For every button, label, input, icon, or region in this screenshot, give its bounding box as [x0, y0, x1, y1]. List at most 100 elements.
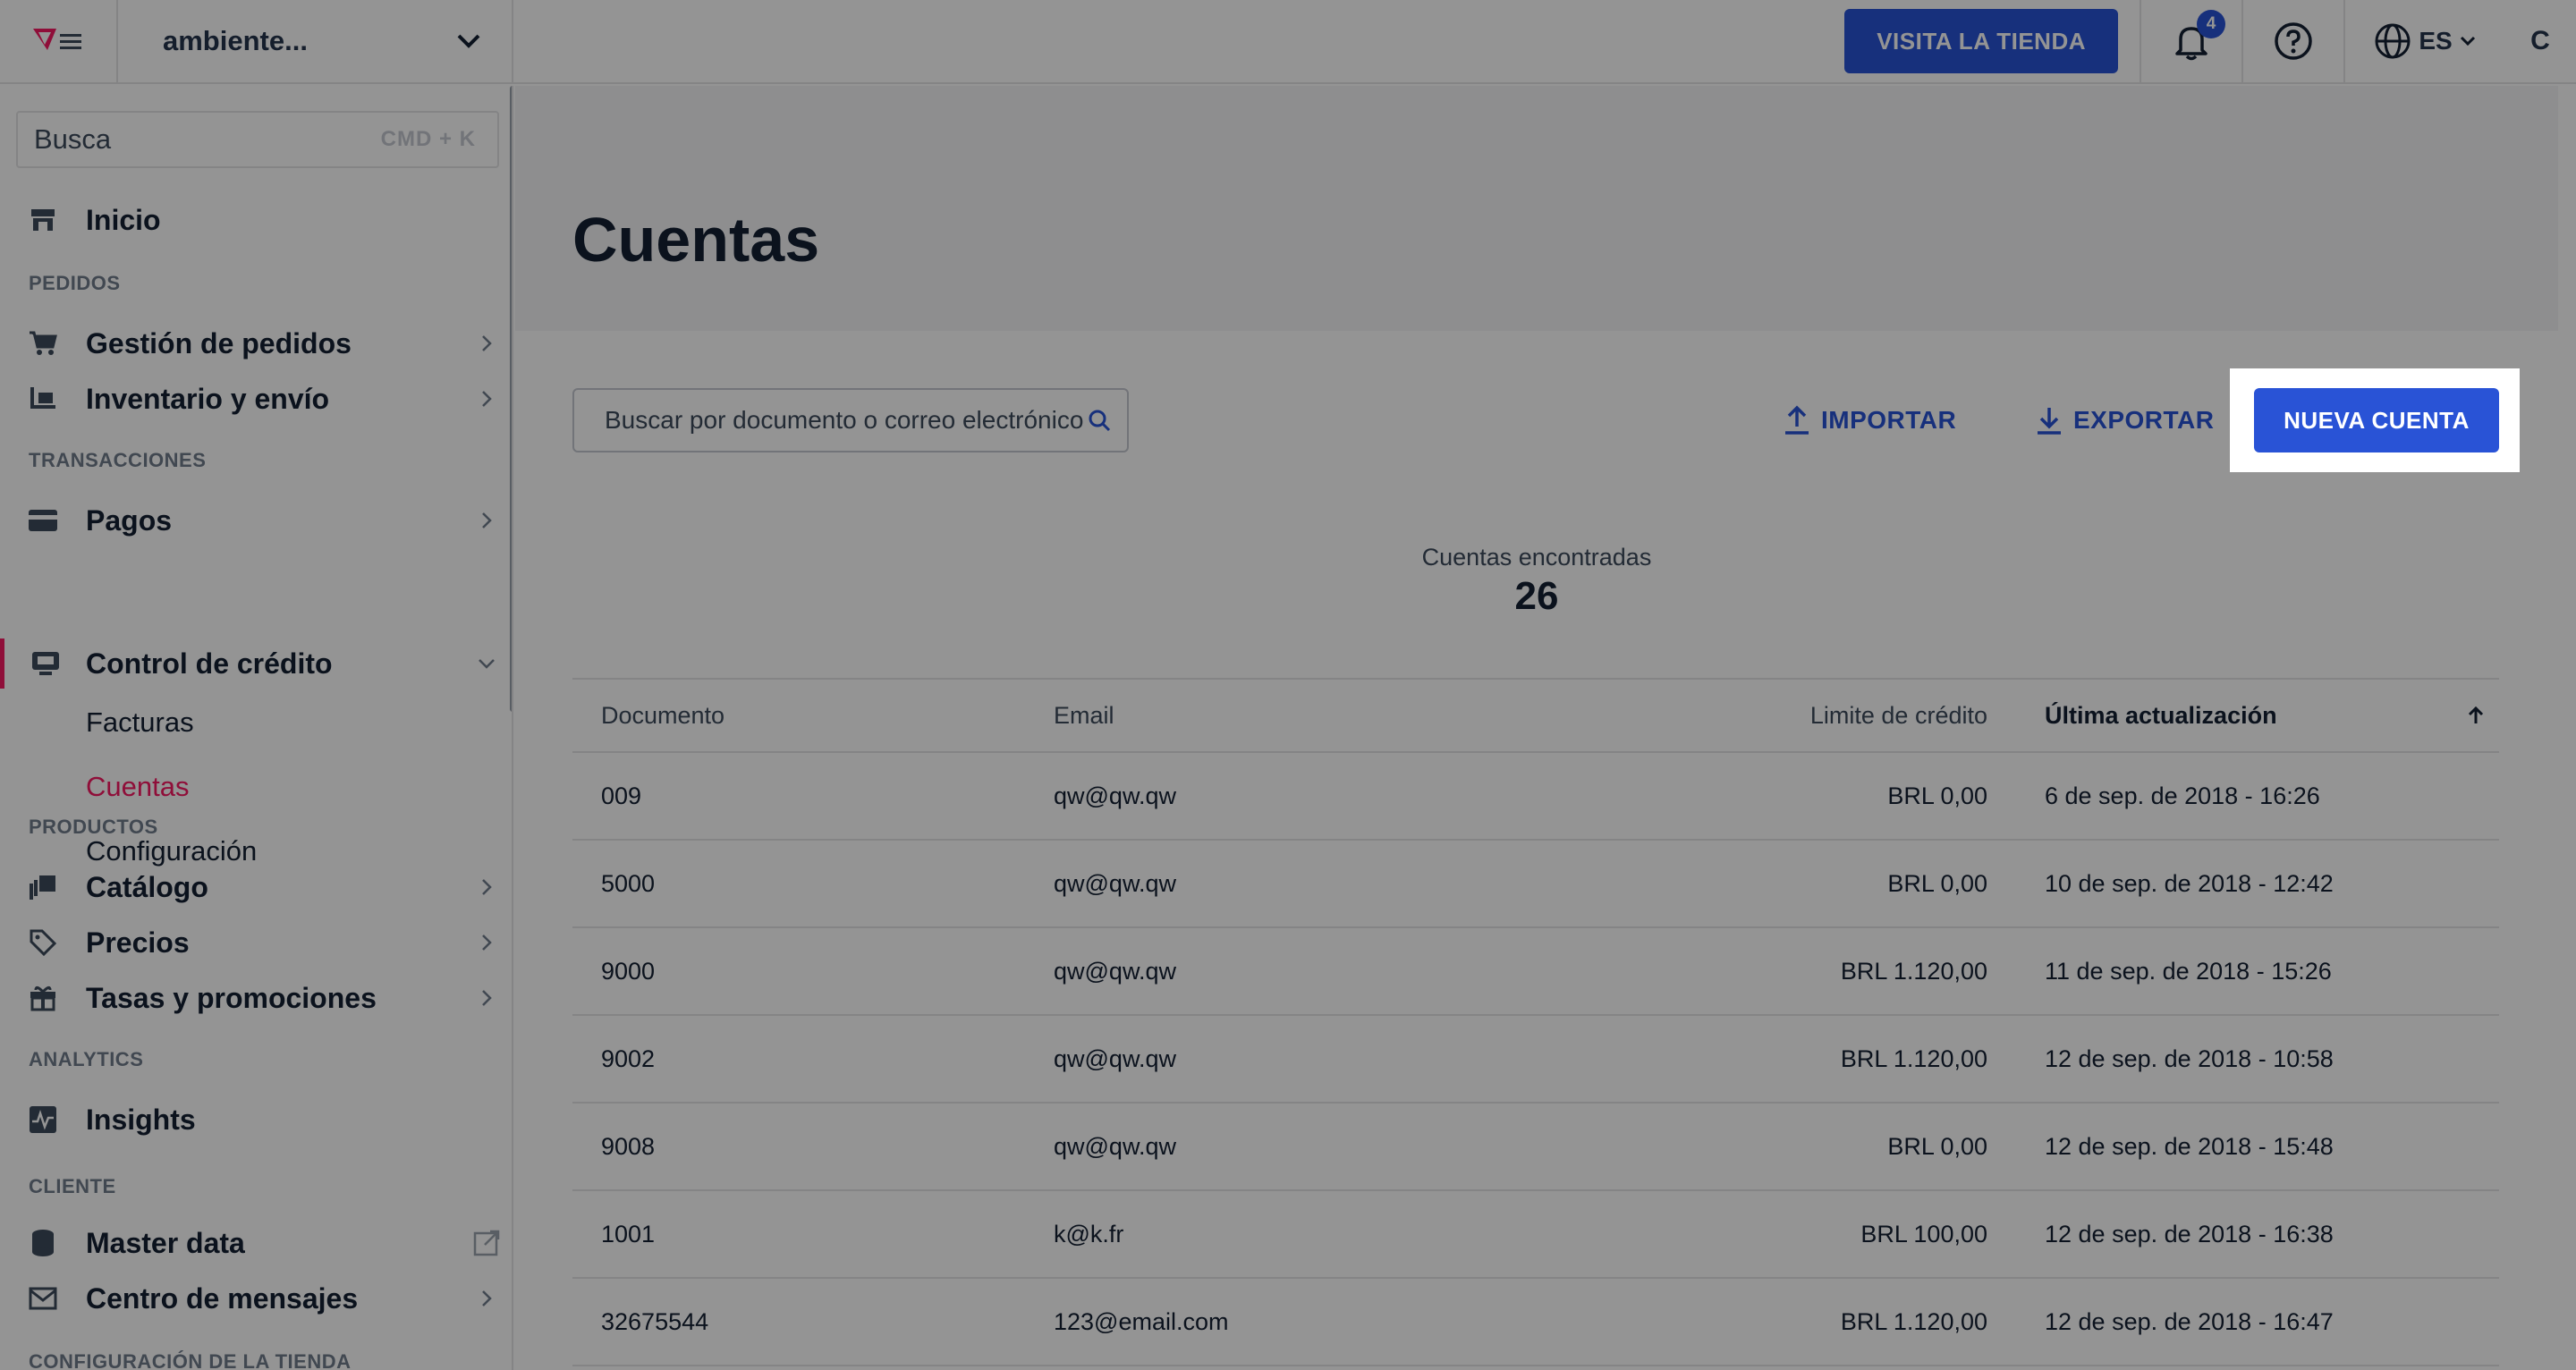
table-row[interactable]: 9008 qw@qw.qw BRL 0,00 12 de sep. de 2018 -… — [572, 1104, 2499, 1191]
language-code: ES — [2419, 27, 2453, 55]
column-header-document[interactable]: Documento — [572, 702, 1054, 730]
insights-icon — [30, 1106, 56, 1133]
section-customer: CLIENTE — [29, 1175, 116, 1197]
sidebar-item-label: Pagos — [86, 503, 173, 537]
accounts-search-input[interactable] — [605, 406, 1088, 435]
page-title: Cuentas — [572, 205, 820, 275]
forklift-icon — [30, 387, 55, 409]
account-name: ambiente... — [163, 25, 308, 56]
table-row[interactable]: 009 qw@qw.qw BRL 0,00 6 de sep. de 2018 - 1… — [572, 753, 2499, 841]
section-analytics: ANALYTICS — [29, 1048, 144, 1070]
globe-icon — [2375, 23, 2411, 59]
sidebar-item-credit-control[interactable]: Control de crédito — [0, 638, 512, 689]
export-label: EXPORTAR — [2073, 406, 2215, 434]
notification-badge: 4 — [2197, 10, 2225, 38]
new-account-button[interactable]: NUEVA CUENTA — [2254, 388, 2499, 452]
credit-card-icon — [29, 510, 57, 531]
cell-document: 1001 — [601, 1220, 656, 1247]
cell-last-update: 12 de sep. de 2018 - 16:47 — [2045, 1307, 2334, 1335]
language-selector[interactable]: ES — [2343, 0, 2504, 83]
store-icon — [31, 209, 55, 231]
cell-credit-limit: BRL 0,00 — [1887, 869, 1987, 897]
help-icon — [2275, 22, 2312, 60]
top-bar: ambiente... VISITA LA TIENDA 4 ES C — [0, 0, 2576, 84]
sidebar-item-label: Master data — [86, 1226, 245, 1259]
cell-last-update: 12 de sep. de 2018 - 16:38 — [2045, 1220, 2334, 1247]
sidebar-item-message-center[interactable]: Centro de mensajes — [0, 1273, 512, 1323]
cell-email: qw@qw.qw — [1054, 782, 1176, 809]
table-row[interactable]: 32675544 123@email.com BRL 1.120,00 12 de s… — [572, 1279, 2499, 1366]
sidebar-subitem-accounts[interactable]: Cuentas — [86, 771, 189, 803]
sidebar-item-label: Control de crédito — [86, 647, 333, 680]
cell-credit-limit: BRL 1.120,00 — [1840, 1044, 1987, 1072]
logo[interactable] — [0, 0, 118, 83]
table-header: Documento Email Limite de crédito Última… — [572, 678, 2499, 753]
table-row[interactable]: 9002 qw@qw.qw BRL 1.120,00 12 de sep. de 20… — [572, 1016, 2499, 1104]
cell-credit-limit: BRL 1.120,00 — [1840, 1307, 1987, 1335]
sidebar-item-inventory[interactable]: Inventario y envío — [0, 374, 512, 424]
column-header-last-update[interactable]: Última actualización — [1987, 702, 2499, 730]
sidebar-subitem-invoices[interactable]: Facturas — [86, 706, 194, 739]
sidebar: Busca CMD + K Inicio PEDIDOS Gestión de … — [0, 86, 513, 1370]
sidebar-item-promotions[interactable]: Tasas y promociones — [0, 973, 512, 1023]
cell-last-update: 11 de sep. de 2018 - 15:26 — [2045, 957, 2332, 985]
catalog-icon — [30, 875, 55, 900]
cell-document: 9000 — [601, 957, 656, 985]
mail-icon — [29, 1287, 57, 1310]
user-avatar[interactable]: C — [2504, 0, 2576, 83]
cell-email: 123@email.com — [1054, 1307, 1229, 1335]
help-button[interactable] — [2241, 0, 2343, 83]
cell-email: qw@qw.qw — [1054, 957, 1176, 985]
table-body: 009 qw@qw.qw BRL 0,00 6 de sep. de 2018 - 1… — [572, 753, 2499, 1366]
sidebar-search[interactable]: Busca CMD + K — [16, 111, 499, 168]
table-row[interactable]: 9000 qw@qw.qw BRL 1.120,00 11 de sep. de 20… — [572, 928, 2499, 1016]
sidebar-item-insights[interactable]: Insights — [0, 1095, 512, 1145]
chevron-down-icon — [457, 34, 480, 48]
chevron-down-icon — [479, 659, 495, 669]
cell-document: 9008 — [601, 1132, 656, 1160]
sidebar-item-label: Catálogo — [86, 870, 208, 903]
table-row[interactable]: 1001 k@k.fr BRL 100,00 12 de sep. de 2018 -… — [572, 1191, 2499, 1279]
sidebar-item-catalog[interactable]: Catálogo — [0, 862, 512, 912]
accounts-found-label: Cuentas encontradas — [1421, 544, 1652, 571]
sidebar-item-label: Precios — [86, 926, 190, 959]
accounts-table: Documento Email Limite de crédito Última… — [572, 678, 2499, 1366]
cell-credit-limit: BRL 100,00 — [1860, 1220, 1987, 1247]
download-icon — [2038, 408, 2061, 435]
sidebar-item-prices[interactable]: Precios — [0, 918, 512, 968]
cart-icon — [30, 331, 57, 355]
sidebar-item-label: Inventario y envío — [86, 382, 330, 415]
export-button[interactable]: EXPORTAR — [2036, 397, 2215, 444]
cell-document: 32675544 — [601, 1307, 709, 1335]
account-selector[interactable]: ambiente... — [118, 0, 513, 83]
column-header-last-update-label: Última actualización — [2045, 701, 2277, 729]
visit-store-button[interactable]: VISITA LA TIENDA — [1844, 9, 2118, 73]
sidebar-item-master-data[interactable]: Master data — [0, 1218, 512, 1268]
sidebar-scrollbar[interactable] — [510, 86, 512, 712]
accounts-search[interactable] — [572, 388, 1129, 452]
column-header-email[interactable]: Email — [1054, 702, 1608, 730]
import-button[interactable]: IMPORTAR — [1784, 397, 1956, 444]
sidebar-item-label: Gestión de pedidos — [86, 326, 352, 359]
cell-email: qw@qw.qw — [1054, 1044, 1176, 1072]
sidebar-search-shortcut: CMD + K — [380, 127, 476, 151]
search-icon[interactable] — [1088, 409, 1111, 432]
sidebar-item-order-management[interactable]: Gestión de pedidos — [0, 318, 512, 368]
accounts-found-count: 26 — [1514, 574, 1559, 618]
cell-document: 5000 — [601, 869, 656, 897]
cell-document: 9002 — [601, 1044, 656, 1072]
sidebar-item-label: Inicio — [86, 203, 161, 236]
chevron-right-icon — [482, 335, 492, 351]
cell-credit-limit: BRL 0,00 — [1887, 1132, 1987, 1160]
chevron-right-icon — [482, 990, 492, 1006]
sidebar-item-payments[interactable]: Pagos — [0, 495, 512, 545]
chevron-right-icon — [482, 934, 492, 951]
sidebar-item-home[interactable]: Inicio — [0, 195, 512, 245]
table-row[interactable]: 5000 qw@qw.qw BRL 0,00 10 de sep. de 2018 -… — [572, 841, 2499, 928]
cell-email: qw@qw.qw — [1054, 1132, 1176, 1160]
column-header-credit-limit[interactable]: Limite de crédito — [1608, 702, 1987, 730]
sidebar-search-placeholder: Busca — [34, 123, 112, 155]
notifications-button[interactable]: 4 — [2140, 0, 2241, 83]
section-orders: PEDIDOS — [29, 272, 121, 294]
credit-control-icon — [31, 652, 59, 675]
